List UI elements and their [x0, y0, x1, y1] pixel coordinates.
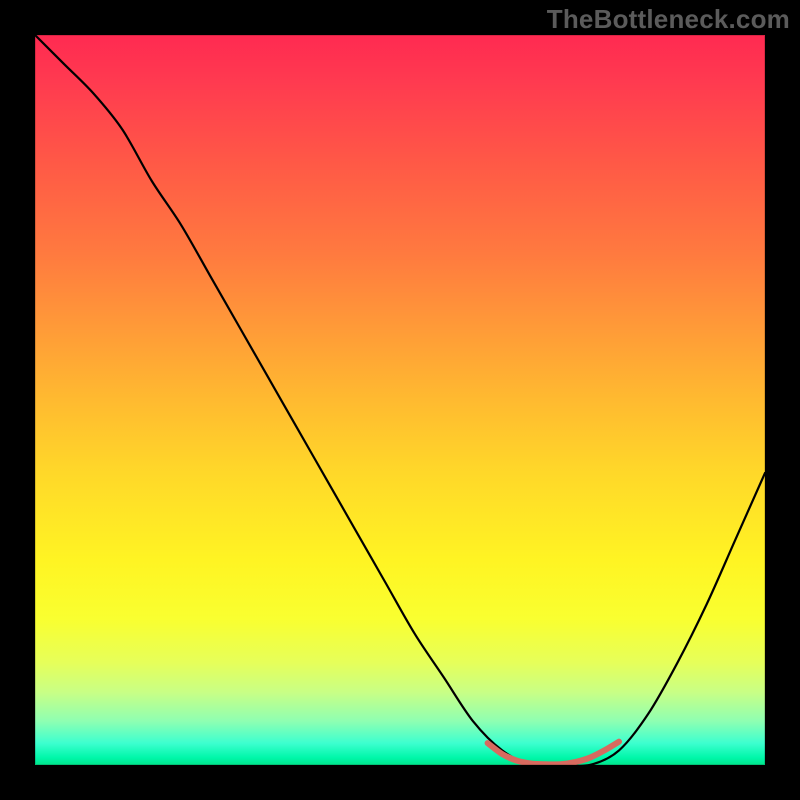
watermark-text: TheBottleneck.com [547, 4, 790, 35]
plot-area [35, 35, 765, 765]
main-curve [35, 35, 765, 765]
chart-frame: TheBottleneck.com [0, 0, 800, 800]
curve-layer [35, 35, 765, 765]
